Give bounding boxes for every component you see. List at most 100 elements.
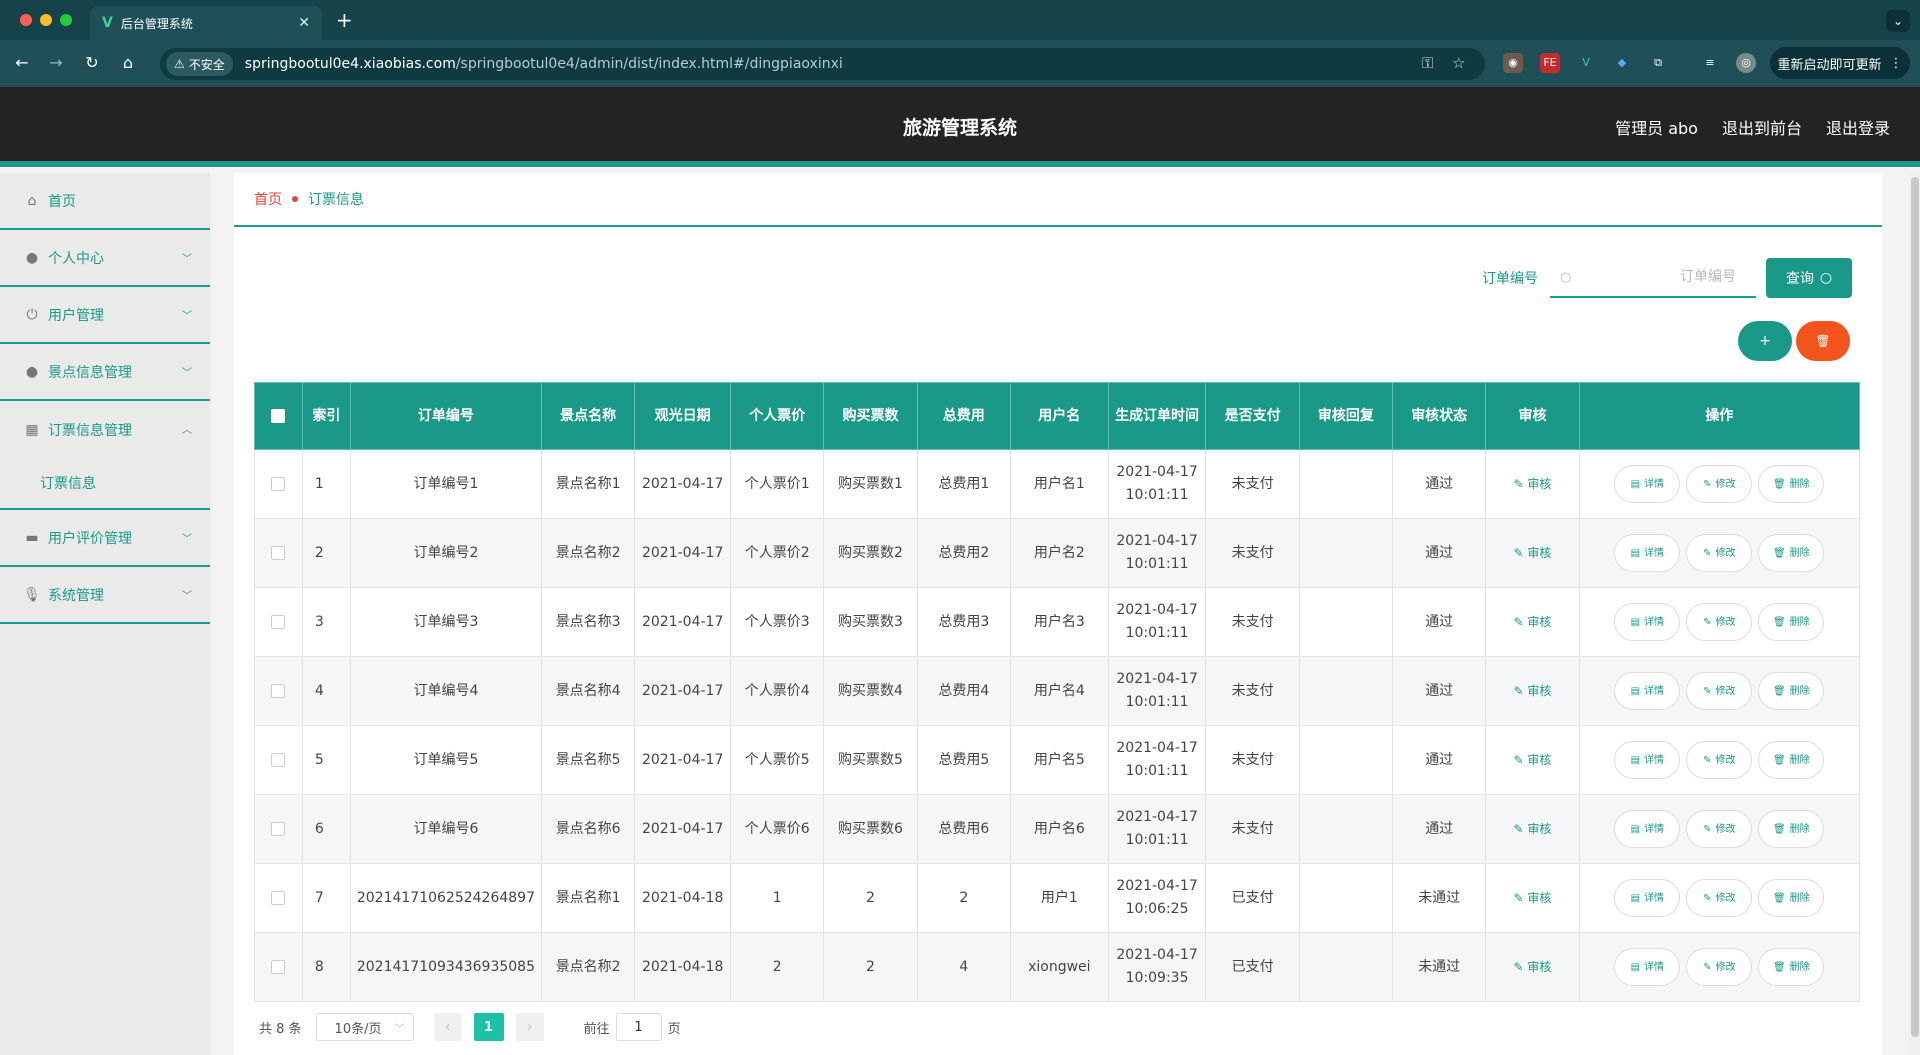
sidebar-item-scenic-management[interactable]: ● 景点信息管理 ﹀ [0,344,210,401]
delete-button[interactable]: 🗑 删除 [1758,465,1825,503]
star-icon[interactable]: ☆ [1452,54,1465,72]
url-text[interactable]: springbootul0e4.xiaobias.com/springbootu… [245,56,843,72]
detail-button[interactable]: ▤ 详情 [1614,948,1681,986]
extensions-puzzle-icon[interactable]: ⧉ [1648,53,1668,73]
detail-button[interactable]: ▤ 详情 [1614,672,1681,710]
batch-delete-button[interactable]: 🗑 [1796,321,1850,361]
media-icon[interactable]: ≡ [1700,53,1720,73]
audit-link[interactable]: ✎ 审核 [1514,960,1552,974]
row-checkbox[interactable] [271,959,286,974]
delete-button[interactable]: 🗑 删除 [1758,879,1825,917]
delete-button[interactable]: 🗑 删除 [1758,948,1825,986]
extension-avatar-icon[interactable]: ◉ [1503,53,1523,73]
scrollbar-thumb[interactable] [1911,177,1919,1037]
back-arrow-icon[interactable]: ← [12,53,32,72]
edit-button[interactable]: ✎ 修改 [1686,948,1753,986]
maximize-window-button[interactable] [60,14,72,26]
detail-button[interactable]: ▤ 详情 [1614,603,1681,641]
row-checkbox[interactable] [271,821,286,836]
breadcrumb-home[interactable]: 首页 [254,189,282,209]
delete-button[interactable]: 🗑 删除 [1758,741,1825,779]
forward-arrow-icon[interactable]: → [46,53,66,72]
extension-fe-icon[interactable]: FE [1540,53,1560,73]
audit-link[interactable]: ✎ 审核 [1514,615,1552,629]
relaunch-update-button[interactable]: 重新启动即可更新 ⋮ [1770,47,1910,79]
detail-button[interactable]: ▤ 详情 [1614,810,1681,848]
select-all-checkbox[interactable] [271,409,286,423]
audit-link[interactable]: ✎ 审核 [1514,891,1552,905]
address-bar[interactable]: ⚠ 不安全 springbootul0e4.xiaobias.com/sprin… [160,48,1485,80]
add-button[interactable]: + [1738,321,1792,361]
profile-avatar[interactable]: ◎ [1736,53,1756,73]
row-checkbox[interactable] [271,890,286,905]
audit-link[interactable]: ✎ 审核 [1514,477,1552,491]
detail-button[interactable]: ▤ 详情 [1614,465,1681,503]
delete-button[interactable]: 🗑 删除 [1758,534,1825,572]
tab-close-icon[interactable]: ✕ [298,15,310,31]
edit-button[interactable]: ✎ 修改 [1686,465,1753,503]
chevron-down-icon: ﹀ [182,254,192,265]
page-number-current[interactable]: 1 [473,1013,504,1041]
sidebar-item-review-management[interactable]: ▬ 用户评价管理 ﹀ [0,510,210,567]
delete-button[interactable]: 🗑 删除 [1758,810,1825,848]
goto-page-input[interactable] [615,1013,662,1041]
cell-reply [1298,587,1394,657]
tab-list-chevron-icon[interactable]: ⌄ [1886,10,1910,32]
audit-link[interactable]: ✎ 审核 [1514,822,1552,836]
extension-vue-icon[interactable]: V [1576,53,1596,73]
extension-diamond-icon[interactable]: ◆ [1612,53,1632,73]
new-tab-button[interactable]: + [336,8,353,32]
sidebar-item-home[interactable]: ⌂ 首页 [0,173,210,230]
cell-spot: 景点名称1 [540,449,636,519]
table-row: 3 订单编号3 景点名称3 2021-04-17 个人票价3 购买票数3 总费用3 用户名3 2… [254,587,1861,657]
prev-page-button[interactable]: ‹ [433,1013,462,1041]
app-header: 旅游管理系统 管理员 abo 退出到前台 退出登录 [0,87,1920,167]
insecure-badge[interactable]: ⚠ 不安全 [166,52,233,76]
row-checkbox[interactable] [271,545,286,560]
delete-button[interactable]: 🗑 删除 [1758,672,1825,710]
audit-link[interactable]: ✎ 审核 [1514,546,1552,560]
browser-toolbar: ← → ↻ ⌂ ⚠ 不安全 springbootul0e4.xiaobias.c… [0,40,1920,87]
edit-button[interactable]: ✎ 修改 [1686,879,1753,917]
table-row: 8 20214171093436935085 景点名称2 2021-04-18 2 2 4 x… [254,932,1861,1002]
browser-tab[interactable]: V 后台管理系统 ✕ [90,6,322,40]
sidebar-item-ticket-management[interactable]: ▦ 订票信息管理 ︿ [0,401,210,458]
trash-icon: 🗑 [1815,334,1831,348]
cell-user: 用户名3 [1009,587,1109,657]
sidebar-subitem-ticket-info[interactable]: 订票信息 [0,458,210,510]
edit-button[interactable]: ✎ 修改 [1686,810,1753,848]
edit-button[interactable]: ✎ 修改 [1686,534,1753,572]
back-to-front-link[interactable]: 退出到前台 [1722,115,1802,139]
sidebar-item-user-management[interactable]: ⏻ 用户管理 ﹀ [0,287,210,344]
next-page-button[interactable]: › [515,1013,544,1041]
page-scrollbar[interactable] [1910,173,1920,1055]
query-button[interactable]: 查询 ○ [1766,258,1852,298]
page-size-select[interactable]: 10条/页 ﹀ [315,1013,414,1041]
audit-link[interactable]: ✎ 审核 [1514,753,1552,767]
key-icon[interactable]: ⚿ [1422,54,1433,72]
row-checkbox[interactable] [271,614,286,629]
row-checkbox[interactable] [271,476,286,491]
goto-prefix: 前往 [583,1021,610,1037]
close-window-button[interactable] [20,14,32,26]
order-no-search-input[interactable] [1550,259,1756,295]
sidebar-item-personal-center[interactable]: ● 个人中心 ﹀ [0,230,210,287]
edit-button[interactable]: ✎ 修改 [1686,741,1753,779]
edit-button[interactable]: ✎ 修改 [1686,603,1753,641]
row-checkbox[interactable] [271,752,286,767]
audit-link[interactable]: ✎ 审核 [1514,684,1552,698]
cell-count: 购买票数5 [823,725,918,795]
minimize-window-button[interactable] [40,14,52,26]
edit-pen-icon: ✎ [1513,821,1528,836]
cell-order-no: 订单编号2 [349,518,543,588]
detail-button[interactable]: ▤ 详情 [1614,879,1681,917]
detail-button[interactable]: ▤ 详情 [1614,534,1681,572]
reload-icon[interactable]: ↻ [82,53,102,72]
home-icon[interactable]: ⌂ [118,53,138,72]
edit-button[interactable]: ✎ 修改 [1686,672,1753,710]
delete-button[interactable]: 🗑 删除 [1758,603,1825,641]
row-checkbox[interactable] [271,683,286,698]
detail-button[interactable]: ▤ 详情 [1614,741,1681,779]
sidebar-item-system-management[interactable]: 🎙 系统管理 ﹀ [0,567,210,624]
logout-link[interactable]: 退出登录 [1826,115,1890,139]
